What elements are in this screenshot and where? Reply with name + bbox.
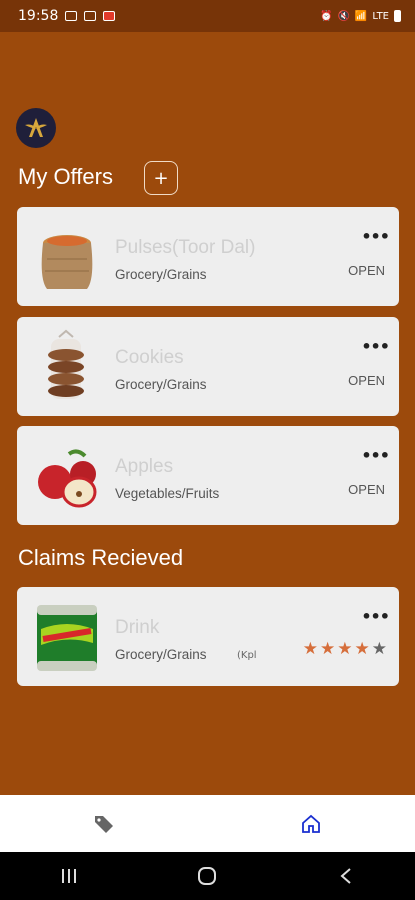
cloud-notification-icon [84,11,97,21]
back-button[interactable] [326,861,366,891]
home-circle-icon [198,867,217,885]
offer-title: Apples [115,456,174,477]
add-offer-button[interactable]: + [144,161,178,195]
star-icon: ★ [337,639,353,659]
system-navigation [0,852,415,900]
more-options-button[interactable]: ••• [361,609,390,625]
offer-title: Pulses(Toor Dal) [115,237,256,258]
offer-title: Cookies [115,347,184,368]
apple-icon [29,438,104,513]
app-logo[interactable] [16,108,56,148]
battery-icon [394,10,401,22]
offer-category: Vegetables/Fruits [115,486,220,501]
alarm-icon: ⏰ [320,10,333,22]
my-offers-title: My Offers [18,164,113,189]
wifi-icon: 📶 [354,10,368,22]
nav-offers[interactable] [74,804,134,844]
home-icon [302,814,321,833]
network-label: LTE [372,10,389,22]
status-bar: 19:58 ⏰ 🔇 📶 LTE [0,0,415,32]
offer-category: Grocery/Grains [115,267,207,282]
sack-icon [29,219,104,294]
claim-tag: (Kpl [237,650,257,661]
home-system-button[interactable] [187,861,227,891]
more-options-button[interactable]: ••• [361,448,390,464]
rating-stars: ★ ★ ★ ★ ★ [303,639,387,659]
offer-status: OPEN [348,263,385,278]
offer-card[interactable]: Apples Vegetables/Fruits ••• OPEN [17,426,399,525]
app-notification-icon [103,11,116,21]
claims-received-title: Claims Recieved [18,545,184,570]
cookies-icon [29,329,104,404]
claim-title: Drink [115,617,160,638]
offer-card[interactable]: Cookies Grocery/Grains ••• OPEN [17,317,399,416]
offer-card[interactable]: Pulses(Toor Dal) Grocery/Grains ••• OPEN [17,207,399,306]
more-options-button[interactable]: ••• [361,229,390,245]
more-options-button[interactable]: ••• [361,339,390,355]
tag-icon [94,815,113,833]
winged-logo-icon [25,118,47,137]
gallery-notification-icon [65,11,78,21]
soda-can-icon [29,599,104,674]
status-left: 19:58 [18,8,116,24]
claim-card[interactable]: Drink Grocery/Grains (Kpl ••• ★ ★ ★ ★ ★ [17,587,399,686]
bottom-navigation [0,795,415,852]
star-icon: ★ [320,639,336,659]
claim-category: Grocery/Grains [115,647,207,662]
offer-category: Grocery/Grains [115,377,207,392]
recent-apps-button[interactable] [49,861,89,891]
status-right: ⏰ 🔇 📶 LTE [320,10,401,22]
recent-apps-icon [62,869,77,883]
star-icon: ★ [302,639,318,659]
star-icon: ★ [354,639,370,659]
mute-icon: 🔇 [337,10,350,22]
nav-home[interactable] [281,804,341,844]
star-icon: ★ [371,639,387,659]
status-time: 19:58 [18,8,59,24]
back-icon [340,868,351,884]
offer-status: OPEN [348,373,385,388]
offer-status: OPEN [348,482,385,497]
